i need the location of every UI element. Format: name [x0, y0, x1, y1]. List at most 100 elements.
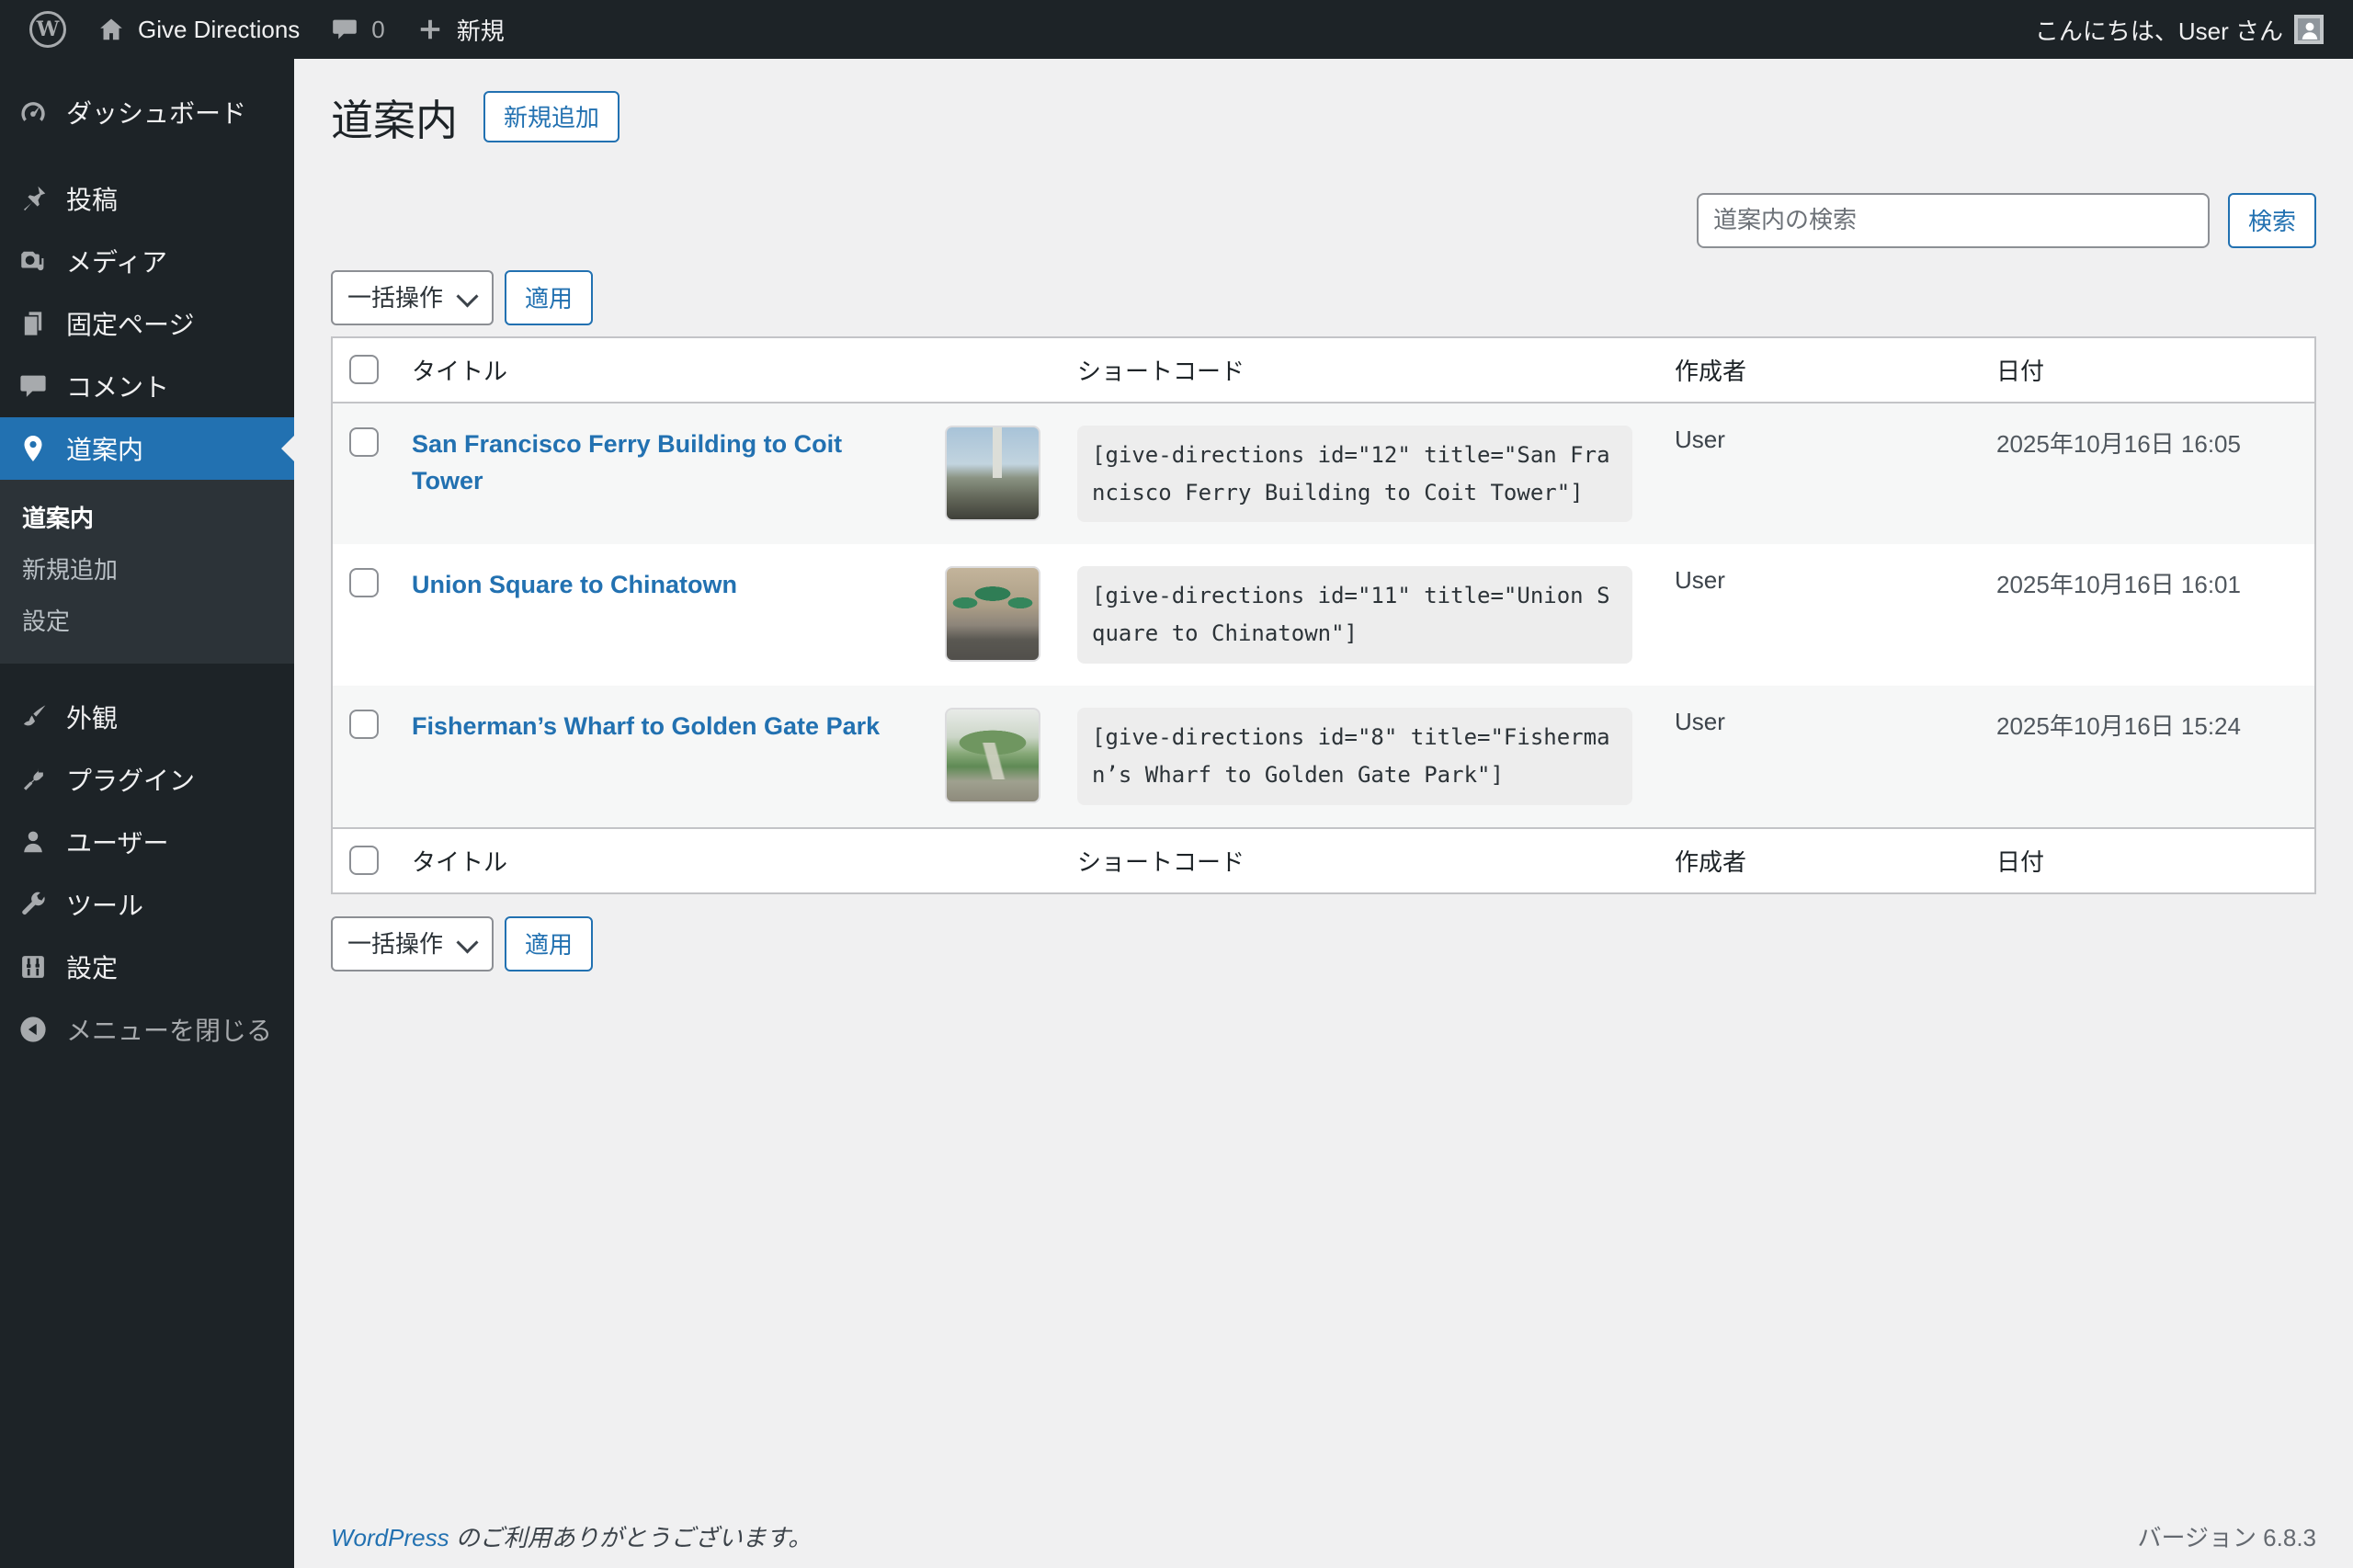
sidebar-item-plugins[interactable]: プラグイン: [0, 748, 294, 811]
thumbnail-image: [945, 425, 1040, 521]
collapse-arrow-icon: [15, 1011, 51, 1048]
thumbnail-image: [945, 566, 1040, 663]
column-header-thumbnail: [926, 338, 1059, 403]
table-row: Fisherman’s Wharf to Golden Gate Park [g…: [333, 685, 2314, 827]
date-cell: 2025年10月16日 16:05: [1996, 429, 2241, 458]
my-account-menu[interactable]: こんにちは、User さん: [2020, 0, 2338, 59]
shortcode-text: [give-directions id="11" title="Union Sq…: [1077, 566, 1632, 664]
admin-bar: Give Directions 0 新規 こんにちは、User さん: [0, 0, 2353, 59]
sidebar-item-posts[interactable]: 投稿: [0, 167, 294, 230]
thumbnail-image: [945, 707, 1040, 803]
column-header-date: 日付: [1978, 338, 2314, 403]
dashboard-icon: [15, 94, 51, 131]
home-icon: [96, 14, 127, 45]
sidebar-item-appearance[interactable]: 外観: [0, 686, 294, 748]
shortcode-text: [give-directions id="12" title="San Fran…: [1077, 425, 1632, 523]
footer-version: バージョン 6.8.3: [2137, 1524, 2316, 1551]
column-header-shortcode: ショートコード: [1059, 338, 1656, 403]
collapse-menu-button[interactable]: メニューを閉じる: [0, 998, 294, 1061]
sidebar-item-give-directions[interactable]: 道案内: [0, 417, 294, 480]
search-box: 検索: [331, 192, 2316, 248]
submenu-item-all[interactable]: 道案内: [0, 491, 294, 542]
author-cell: User: [1675, 566, 1725, 595]
main-content: 道案内 新規追加 検索 一括操作 適用 タイトル ショートコード 作成者 日付: [294, 59, 2353, 1568]
wordpress-logo-icon: [29, 11, 66, 48]
bulk-actions-top: 一括操作 適用: [331, 269, 2316, 325]
column-header-title: タイトル: [393, 338, 926, 403]
site-name-link[interactable]: Give Directions: [81, 0, 314, 59]
wordpress-logo-menu[interactable]: [15, 0, 81, 59]
date-cell: 2025年10月16日 16:01: [1996, 571, 2241, 599]
submenu-item-settings[interactable]: 設定: [0, 594, 294, 645]
sidebar-item-label: 設定: [66, 954, 119, 983]
shortcode-text: [give-directions id="8" title="Fisherman…: [1077, 707, 1632, 805]
footer-thanks: WordPress のご利用ありがとうございます。: [331, 1519, 812, 1553]
search-button[interactable]: 検索: [2227, 192, 2316, 248]
sidebar-item-label: 外観: [66, 704, 119, 733]
sidebar-item-label: コメント: [66, 373, 170, 402]
select-all-checkbox[interactable]: [349, 355, 379, 385]
submenu-item-add-new[interactable]: 新規追加: [0, 542, 294, 594]
sidebar-item-label: メニューを閉じる: [66, 1017, 273, 1045]
sidebar-item-users[interactable]: ユーザー: [0, 811, 294, 873]
posts-table: タイトル ショートコード 作成者 日付 San Francisco Ferry …: [331, 335, 2316, 894]
wordpress-link[interactable]: WordPress: [331, 1524, 449, 1551]
sidebar-item-pages[interactable]: 固定ページ: [0, 292, 294, 355]
column-header-title: タイトル: [393, 826, 926, 892]
sidebar-item-label: メディア: [66, 248, 168, 277]
apply-button[interactable]: 適用: [505, 269, 594, 325]
column-header-date: 日付: [1978, 826, 2314, 892]
bulk-action-select-wrap: 一括操作: [331, 915, 494, 971]
row-checkbox[interactable]: [349, 568, 379, 598]
column-header-author: 作成者: [1656, 338, 1978, 403]
select-all-checkbox[interactable]: [349, 846, 379, 876]
bulk-action-select[interactable]: 一括操作: [331, 269, 494, 325]
table-body: San Francisco Ferry Building to Coit Tow…: [333, 403, 2314, 827]
pages-icon: [15, 305, 51, 342]
sidebar-item-dashboard[interactable]: ダッシュボード: [0, 81, 294, 143]
plus-icon: [415, 14, 446, 45]
user-icon: [15, 824, 51, 860]
apply-button[interactable]: 適用: [505, 915, 594, 971]
column-header-shortcode: ショートコード: [1059, 826, 1656, 892]
sidebar-item-tools[interactable]: ツール: [0, 873, 294, 936]
new-content-menu[interactable]: 新規: [400, 0, 519, 59]
sidebar-item-label: 道案内: [66, 436, 144, 464]
sidebar-item-media[interactable]: メディア: [0, 230, 294, 292]
plugin-icon: [15, 761, 51, 798]
bulk-action-select[interactable]: 一括操作: [331, 915, 494, 971]
column-header-thumbnail: [926, 826, 1059, 892]
admin-footer: WordPress のご利用ありがとうございます。 バージョン 6.8.3: [331, 1519, 2316, 1553]
table-row: San Francisco Ferry Building to Coit Tow…: [333, 403, 2314, 545]
post-title-link[interactable]: Fisherman’s Wharf to Golden Gate Park: [412, 708, 880, 745]
sidebar-item-comments[interactable]: コメント: [0, 355, 294, 417]
comment-bubble-icon: [329, 14, 360, 45]
sidebar-item-label: ユーザー: [66, 829, 169, 858]
admin-menu: ダッシュボード 投稿 メディア 固定ページ コメント 道案内 道案内 新規追加 …: [0, 59, 294, 1568]
sidebar-item-label: 投稿: [66, 186, 119, 214]
add-new-button[interactable]: 新規追加: [483, 90, 620, 142]
sidebar-item-label: プラグイン: [66, 767, 196, 795]
sidebar-item-settings[interactable]: 設定: [0, 936, 294, 998]
paintbrush-icon: [15, 699, 51, 735]
row-checkbox[interactable]: [349, 426, 379, 457]
post-title-link[interactable]: San Francisco Ferry Building to Coit Tow…: [412, 426, 897, 500]
author-cell: User: [1675, 425, 1725, 453]
media-icon: [15, 243, 51, 279]
comment-count: 0: [371, 15, 385, 43]
sidebar-item-label: ツール: [66, 892, 144, 920]
search-input[interactable]: [1696, 192, 2210, 248]
sidebar-item-label: 固定ページ: [66, 311, 195, 339]
date-cell: 2025年10月16日 15:24: [1996, 711, 2241, 740]
greeting-label: こんにちは、User さん: [2034, 17, 2283, 45]
avatar: [2294, 15, 2324, 44]
menu-separator: [0, 664, 294, 686]
page-title: 道案内: [331, 97, 458, 144]
column-header-author: 作成者: [1656, 826, 1978, 892]
menu-separator: [0, 143, 294, 167]
comments-shortcut[interactable]: 0: [314, 0, 399, 59]
wrench-icon: [15, 886, 51, 923]
row-checkbox[interactable]: [349, 709, 379, 739]
sliders-icon: [15, 949, 51, 985]
post-title-link[interactable]: Union Square to Chinatown: [412, 566, 737, 604]
